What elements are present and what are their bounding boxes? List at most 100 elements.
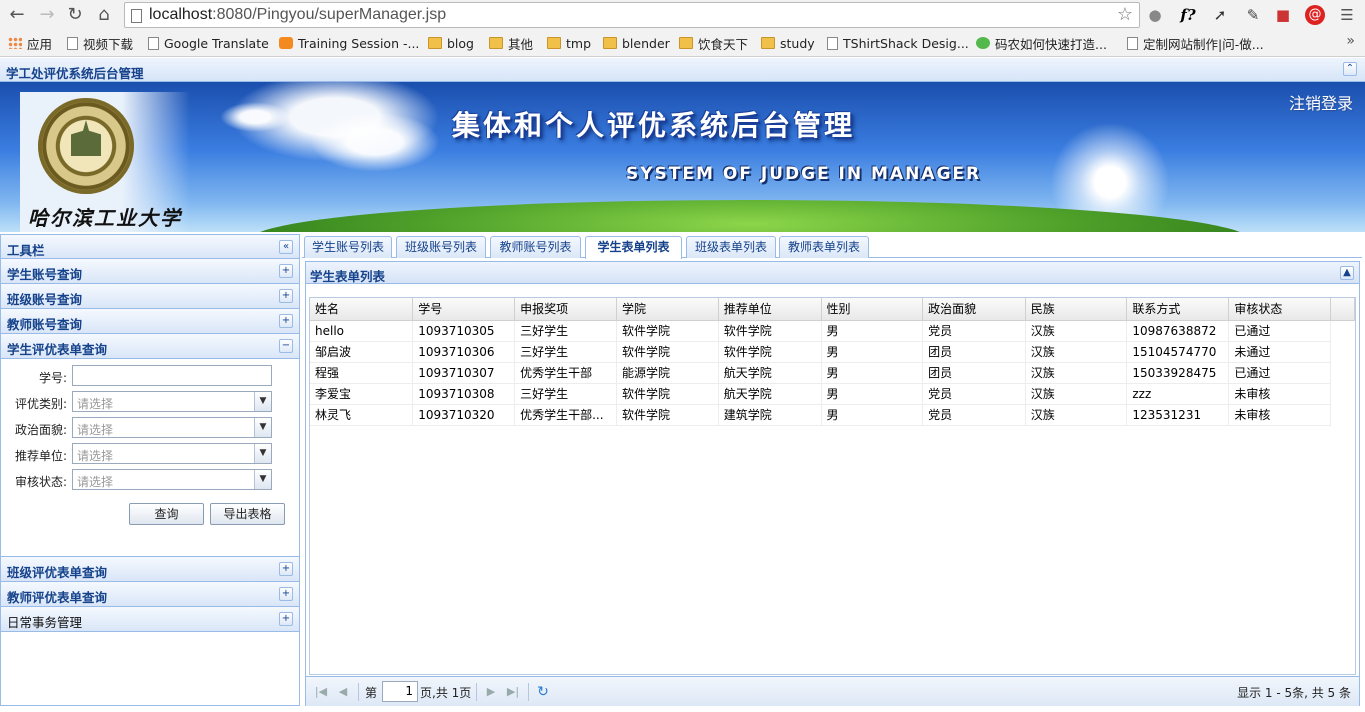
bookmark-folder[interactable]: 其他 (489, 34, 533, 52)
more-bookmarks-icon[interactable]: » (1346, 33, 1355, 49)
reload-icon[interactable]: ↻ (64, 4, 86, 26)
bookmark-folder[interactable]: blog (428, 34, 474, 52)
refresh-icon[interactable]: ↻ (536, 685, 550, 699)
column-header[interactable]: 学号 (412, 298, 516, 321)
recommend-unit-select[interactable]: 请选择 ▼ (72, 443, 272, 464)
tab-class-forms[interactable]: 班级表单列表 (686, 236, 776, 258)
bookmarks-bar: 应用 视频下载 Google Translate Training Sessio… (0, 30, 1365, 57)
chevron-down-icon[interactable]: ▼ (254, 444, 271, 463)
collapse-up-icon[interactable]: ⌃ (1343, 62, 1357, 76)
table-cell: 男 (821, 383, 924, 405)
review-status-select[interactable]: 请选择 ▼ (72, 469, 272, 490)
column-header[interactable]: 性别 (821, 298, 924, 321)
tab-teacher-forms[interactable]: 教师表单列表 (779, 236, 869, 258)
table-cell: 优秀学生干部 (514, 362, 618, 384)
table-cell: 航天学院 (718, 383, 822, 405)
sidebar-section-class-account[interactable]: 班级账号查询 + (1, 284, 299, 309)
page-icon (1127, 36, 1138, 50)
folder-icon (603, 37, 617, 49)
sidebar-section-class-form[interactable]: 班级评优表单查询 + (1, 557, 299, 582)
column-header[interactable]: 审核状态 (1228, 298, 1332, 321)
query-button[interactable]: 查询 (129, 503, 204, 525)
column-header[interactable]: 姓名 (310, 298, 414, 321)
at-icon[interactable]: @ (1305, 5, 1325, 25)
table-row[interactable]: 程强 1093710307 优秀学生干部 能源学院 航天学院 男 团员 汉族 1… (310, 362, 1355, 384)
extension-icon[interactable]: ➚ (1210, 5, 1230, 25)
collapse-left-icon[interactable]: « (279, 240, 293, 254)
bookmark-item[interactable]: 视频下载 (67, 34, 133, 52)
column-header[interactable]: 推荐单位 (718, 298, 822, 321)
table-cell: hello (310, 320, 414, 342)
bookmark-apps[interactable]: 应用 (8, 34, 52, 52)
bookmark-folder[interactable]: 饮食天下 (679, 34, 748, 52)
political-status-label: 政治面貌: (14, 423, 67, 437)
collapse-up-icon[interactable]: ▲ (1340, 266, 1354, 280)
expand-icon[interactable]: + (279, 289, 293, 303)
page-number-input[interactable]: 1 (382, 681, 418, 702)
chevron-down-icon[interactable]: ▼ (254, 392, 271, 411)
table-row[interactable]: 李爱宝 1093710308 三好学生 软件学院 航天学院 男 党员 汉族 zz… (310, 383, 1355, 405)
column-header[interactable]: 学院 (616, 298, 719, 321)
first-page-icon[interactable]: |◀ (314, 685, 328, 699)
sidebar-section-daily-affairs[interactable]: 日常事务管理 + (1, 607, 299, 632)
app-title-bar: 学工处评优系统后台管理 ⌃ (0, 58, 1365, 82)
table-cell: 党员 (922, 320, 1026, 342)
column-header[interactable]: 申报奖项 (514, 298, 618, 321)
sidebar-section-teacher-form[interactable]: 教师评优表单查询 + (1, 582, 299, 607)
chevron-down-icon[interactable]: ▼ (254, 418, 271, 437)
student-id-input[interactable] (72, 365, 272, 386)
home-icon[interactable]: ⌂ (93, 4, 115, 26)
table-cell: 软件学院 (616, 320, 719, 342)
address-bar[interactable]: localhost:8080/Pingyou/superManager.jsp … (124, 2, 1140, 28)
export-button[interactable]: 导出表格 (210, 503, 285, 525)
bookmark-item[interactable]: Google Translate (148, 34, 269, 52)
prev-page-icon[interactable]: ◀ (336, 685, 350, 699)
logout-link[interactable]: 注销登录 (1289, 90, 1353, 114)
expand-icon[interactable]: + (279, 562, 293, 576)
tab-teacher-accounts[interactable]: 教师账号列表 (490, 236, 581, 258)
tab-student-forms[interactable]: 学生表单列表 (585, 236, 682, 259)
last-page-icon[interactable]: ▶| (506, 685, 520, 699)
sidebar-section-teacher-account[interactable]: 教师账号查询 + (1, 309, 299, 334)
expand-icon[interactable]: + (279, 587, 293, 601)
red-book-icon[interactable]: ■ (1273, 5, 1293, 25)
tab-student-accounts[interactable]: 学生账号列表 (304, 236, 392, 258)
bookmark-item[interactable]: 码农如何快速打造... (976, 34, 1107, 52)
sidebar-section-student-form[interactable]: 学生评优表单查询 − (1, 334, 299, 359)
tab-class-accounts[interactable]: 班级账号列表 (396, 236, 486, 258)
bookmark-folder[interactable]: tmp (547, 34, 591, 52)
header-banner: 哈尔滨工业大学 集体和个人评优系统后台管理 SYSTEM OF JUDGE IN… (0, 82, 1365, 232)
eyedropper-icon[interactable]: ✎ (1243, 5, 1263, 25)
function-icon[interactable]: f? (1178, 5, 1198, 25)
collapse-icon[interactable]: − (279, 339, 293, 353)
table-row[interactable]: hello 1093710305 三好学生 软件学院 软件学院 男 党员 汉族 … (310, 320, 1355, 342)
column-header[interactable]: 政治面貌 (922, 298, 1026, 321)
next-page-icon[interactable]: ▶ (484, 685, 498, 699)
forward-icon[interactable]: → (36, 4, 58, 26)
bookmark-folder[interactable]: blender (603, 34, 670, 52)
globe-icon[interactable]: ● (1145, 5, 1165, 25)
chevron-down-icon[interactable]: ▼ (254, 470, 271, 489)
expand-icon[interactable]: + (279, 612, 293, 626)
political-status-select[interactable]: 请选择 ▼ (72, 417, 272, 438)
banner-title: 集体和个人评优系统后台管理 (452, 109, 856, 142)
banner-subtitle: SYSTEM OF JUDGE IN MANAGER (626, 164, 982, 184)
menu-icon[interactable]: ☰ (1337, 5, 1357, 25)
award-type-select[interactable]: 请选择 ▼ (72, 391, 272, 412)
bookmark-star-icon[interactable]: ☆ (1117, 4, 1133, 25)
expand-icon[interactable]: + (279, 264, 293, 278)
expand-icon[interactable]: + (279, 314, 293, 328)
table-row[interactable]: 林灵飞 1093710320 优秀学生干部... 软件学院 建筑学院 男 党员 … (310, 404, 1355, 426)
table-row[interactable]: 邹启波 1093710306 三好学生 软件学院 软件学院 男 团员 汉族 15… (310, 341, 1355, 363)
bookmark-item[interactable]: TShirtShack Desig... (827, 34, 969, 52)
table-cell: 15033928475 (1126, 362, 1230, 384)
bookmark-folder[interactable]: study (761, 34, 815, 52)
sidebar-section-student-account[interactable]: 学生账号查询 + (1, 259, 299, 284)
bookmark-item[interactable]: Training Session -... (279, 34, 419, 52)
column-header[interactable]: 民族 (1025, 298, 1128, 321)
back-icon[interactable]: ← (6, 4, 28, 26)
training-icon (279, 37, 293, 49)
bookmark-item[interactable]: 定制网站制作|问-做... (1127, 34, 1264, 52)
apps-icon (8, 37, 22, 49)
column-header[interactable]: 联系方式 (1126, 298, 1230, 321)
